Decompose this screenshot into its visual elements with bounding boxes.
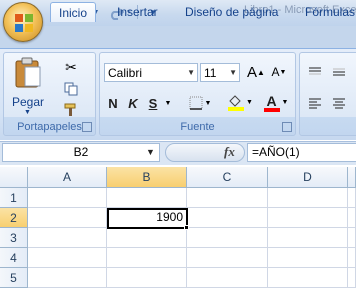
column-header-d[interactable]: D — [268, 167, 348, 188]
cell-d5[interactable] — [268, 268, 348, 288]
font-size-value: 11 — [204, 65, 217, 80]
align-center-icon — [333, 98, 345, 109]
cell-d4[interactable] — [268, 248, 348, 268]
align-left-button[interactable] — [304, 93, 326, 113]
cell-b4[interactable] — [107, 248, 187, 268]
cell-e3[interactable] — [348, 228, 356, 248]
column-header-b[interactable]: B — [107, 167, 187, 188]
chevron-down-icon: ▼ — [164, 99, 172, 107]
cut-button[interactable]: ✂ — [60, 57, 82, 77]
dialog-launcher-icon[interactable] — [82, 122, 92, 132]
office-button[interactable] — [3, 2, 43, 42]
paintbrush-icon — [64, 103, 76, 116]
align-center-button[interactable] — [328, 93, 350, 113]
column-header-a[interactable]: A — [28, 167, 107, 188]
cell-d2[interactable] — [268, 208, 348, 228]
paste-button[interactable]: Pegar ▼ — [8, 55, 48, 116]
name-box[interactable]: B2 — [2, 143, 160, 162]
group-alineacion — [299, 52, 356, 136]
cell-e4[interactable] — [348, 248, 356, 268]
office-logo-icon — [15, 14, 33, 32]
cell-a3[interactable] — [28, 228, 107, 248]
align-middle-button[interactable] — [328, 62, 350, 82]
cell-d3[interactable] — [268, 228, 348, 248]
ribbon: Pegar ▼ ✂ Portapapeles Calibri ▼ 11 ▼ A … — [0, 48, 356, 140]
font-color-label: A — [266, 92, 277, 109]
row-header-5[interactable]: 5 — [0, 268, 28, 288]
fill-handle[interactable] — [184, 225, 189, 230]
grow-font-button[interactable]: A ▲ — [245, 62, 267, 82]
tab-inicio[interactable]: Inicio — [50, 2, 97, 22]
font-color-button[interactable]: A ▼ — [260, 92, 292, 112]
italic-button[interactable]: K — [124, 93, 142, 113]
underline-dropdown[interactable]: ▼ — [163, 93, 173, 113]
ribbon-tab-row — [0, 26, 356, 48]
group-label-fuente: Fuente — [180, 121, 215, 133]
align-left-icon — [309, 98, 321, 109]
copy-button[interactable] — [60, 79, 82, 99]
grow-font-label: A — [247, 63, 258, 81]
cell-b5[interactable] — [107, 268, 187, 288]
caret-down-icon: ▼ — [279, 68, 287, 76]
scissors-icon: ✂ — [65, 58, 77, 75]
cell-c3[interactable] — [187, 228, 268, 248]
underline-button[interactable]: S — [144, 93, 162, 113]
chevron-down-icon: ▼ — [24, 109, 31, 116]
cell-c5[interactable] — [187, 268, 268, 288]
cell-e2[interactable] — [348, 208, 356, 228]
column-header-e[interactable] — [348, 167, 356, 188]
row-header-4[interactable]: 4 — [0, 248, 28, 268]
borders-button[interactable]: ▼ — [186, 93, 214, 113]
tab-diseno-de-pagina[interactable]: Diseño de página — [177, 2, 286, 22]
fill-color-button[interactable]: ▼ — [224, 92, 256, 112]
cell-a2[interactable] — [28, 208, 107, 228]
tab-formulas[interactable]: Fórmulas — [297, 2, 356, 22]
shrink-font-label: A — [271, 65, 280, 79]
clipboard-icon — [15, 57, 41, 88]
format-painter-button[interactable] — [60, 100, 82, 120]
formula-input[interactable]: =AÑO(1) — [247, 143, 356, 162]
chevron-down-icon: ▼ — [246, 98, 253, 106]
insert-function-button[interactable]: fx — [224, 144, 235, 160]
font-name-combobox[interactable]: Calibri ▼ — [104, 63, 198, 82]
cell-c2[interactable] — [187, 208, 268, 228]
group-portapapeles: Pegar ▼ ✂ Portapapeles — [3, 52, 96, 136]
row-header-3[interactable]: 3 — [0, 228, 28, 248]
select-all-corner[interactable] — [0, 167, 28, 188]
cell-d1[interactable] — [268, 188, 348, 208]
copy-icon — [64, 82, 78, 96]
column-header-c[interactable]: C — [187, 167, 268, 188]
cell-a5[interactable] — [28, 268, 107, 288]
align-top-icon — [309, 67, 321, 75]
font-size-combobox[interactable]: 11 ▼ — [200, 63, 240, 82]
row-header-1[interactable]: 1 — [0, 188, 28, 208]
chevron-down-icon[interactable]: ▼ — [146, 147, 155, 157]
font-name-value: Calibri — [108, 65, 143, 80]
shrink-font-button[interactable]: A ▼ — [268, 62, 290, 82]
borders-icon — [189, 96, 203, 110]
caret-up-icon: ▲ — [257, 67, 265, 77]
cell-e1[interactable] — [348, 188, 356, 208]
cell-a4[interactable] — [28, 248, 107, 268]
cell-a1[interactable] — [28, 188, 107, 208]
dialog-launcher-icon[interactable] — [282, 122, 292, 132]
cell-c1[interactable] — [187, 188, 268, 208]
bold-button[interactable]: N — [104, 93, 122, 113]
chevron-down-icon: ▼ — [281, 98, 289, 106]
align-top-button[interactable] — [304, 62, 326, 82]
cell-b1[interactable] — [107, 188, 187, 208]
group-fuente: Calibri ▼ 11 ▼ A ▲ A ▼ N K S ▼ ▼ ▼ A ▼ F… — [99, 52, 296, 136]
row-header-2[interactable]: 2 — [0, 208, 28, 228]
cell-e5[interactable] — [348, 268, 356, 288]
chevron-down-icon: ▼ — [229, 68, 237, 77]
active-cell-border — [107, 208, 188, 229]
chevron-down-icon: ▼ — [187, 68, 195, 77]
chevron-down-icon: ▼ — [204, 99, 212, 107]
paint-bucket-icon — [228, 95, 245, 111]
tab-insertar[interactable]: Insertar — [109, 2, 166, 22]
paste-label: Pegar — [11, 95, 45, 109]
align-middle-icon — [333, 68, 345, 76]
cell-c4[interactable] — [187, 248, 268, 268]
cell-b3[interactable] — [107, 228, 187, 248]
